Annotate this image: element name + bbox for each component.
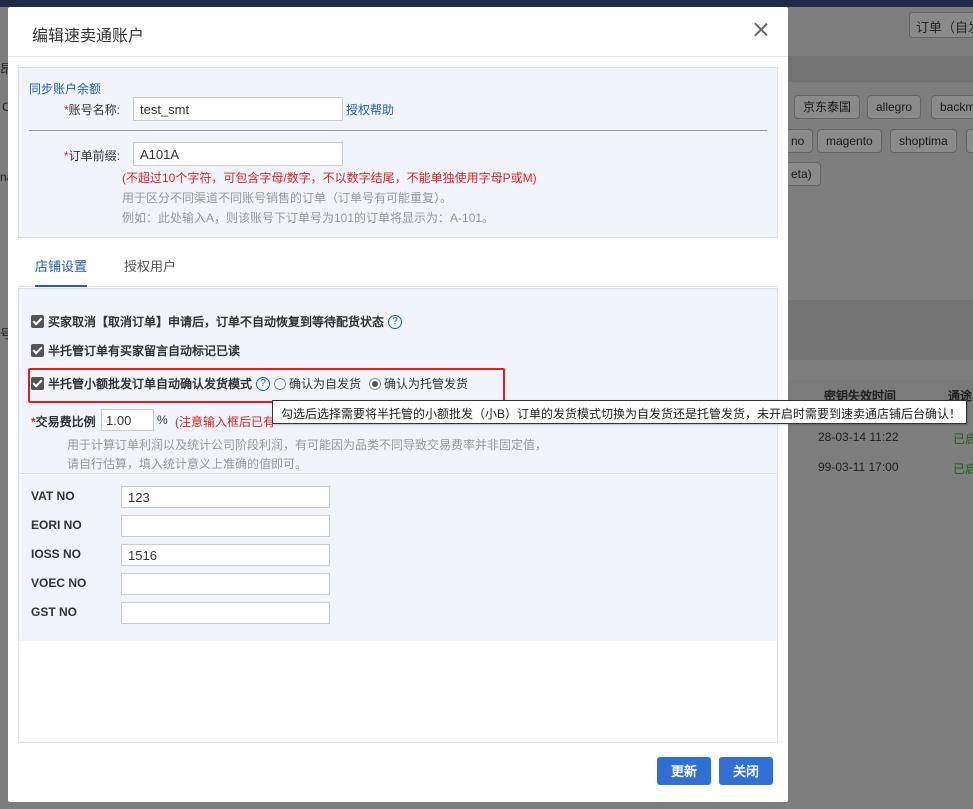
order-prefix-label-text: 订单前缀: [68,149,121,163]
background-table-cell: 已启 [953,462,973,476]
fee-ratio-label-text: 交易费比例 [35,415,96,429]
sync-balance-link[interactable]: 同步账户余额 [29,80,101,97]
update-button[interactable]: 更新 [657,757,711,785]
percent-unit: % [157,413,168,427]
account-info-panel: 同步账户余额 *账号名称: 授权帮助 *订单前缀: (不超过10个字符，可包含字… [18,67,778,238]
store-settings-panel: 买家取消【取消订单】申请后，订单不自动恢复到等待配货状态 ? 半托管订单有买家留… [18,288,778,743]
fee-ratio-input[interactable] [101,409,154,431]
background-platform-tag: backm [931,95,973,119]
gst-input[interactable] [121,602,330,624]
auth-help-link[interactable]: 授权帮助 [346,101,394,118]
close-button[interactable]: 关闭 [719,757,773,785]
background-platform-tag: 京东泰国 [794,95,861,119]
tooltip: 勾选后选择需要将半托管的小额批发（小B）订单的发货模式切换为自发货还是托管发货，… [272,400,967,424]
account-name-label-text: 账号名称: [68,103,121,117]
order-prefix-label: *订单前缀: [64,149,121,163]
store-settings-options: 买家取消【取消订单】申请后，订单不自动恢复到等待配货状态 ? 半托管订单有买家留… [19,289,777,474]
fee-hint: 用于计算订单利润以及统计公司阶段利润，有可能因为品类不同导致交易费率并非固定值， [67,438,548,452]
option-auto-mark-read[interactable]: 半托管订单有买家留言自动标记已读 [31,342,240,359]
prefix-rule-note: (不超过10个字符，可包含字母/数字，不以数字结尾，不能单独使用字母P或M) [122,171,537,185]
radio-self-ship-label[interactable]: 确认为自发货 [289,375,361,392]
background-table-cell: 28-03-14 11:22 [818,430,899,444]
fee-ratio-label: *交易费比例 [31,415,96,429]
background-table-cell: 已启 [953,432,973,446]
divider [29,130,767,131]
help-icon[interactable]: ? [388,314,403,329]
voec-label: VOEC NO [31,576,87,590]
settings-tabs: 店铺设置 授权用户 [18,257,778,287]
ioss-label: IOSS NO [31,547,82,561]
vat-input[interactable] [121,486,330,508]
vat-label: VAT NO [31,489,75,503]
page-top-bar [0,0,973,7]
option-auto-confirm-shipping[interactable]: 半托管小额批发订单自动确认发货模式 ? 确认为自发货 确认为托管发货 [31,375,468,392]
tab-authorized-users[interactable]: 授权用户 [124,257,176,287]
account-name-input[interactable] [133,97,343,121]
checkbox-checked[interactable] [31,377,44,390]
order-prefix-input[interactable] [133,142,343,166]
eori-label: EORI NO [31,518,82,532]
eori-input[interactable] [121,515,330,537]
background-platform-tag: allegro [867,95,922,119]
radio-managed-ship[interactable] [369,377,382,390]
dialog-header: 编辑速卖通账户 [8,7,788,57]
option-label: 半托管订单有买家留言自动标记已读 [48,344,241,358]
close-icon[interactable] [750,19,772,41]
background-toolbar-strip [788,56,973,82]
checkbox-checked[interactable] [31,315,44,328]
fee-hint-2: 请自行估算，填入统计意义上准确的值即可。 [67,457,308,471]
account-name-label: *账号名称: [64,103,121,117]
tab-store-settings[interactable]: 店铺设置 [35,257,88,287]
background-platform-tag: magento [817,129,882,153]
voec-input[interactable] [121,573,330,595]
prefix-hint: 用于区分不同渠道不同账号销售的订单（订单号有可能重复）。 [122,191,453,205]
background-panel-strip [788,300,973,360]
dialog-title: 编辑速卖通账户 [32,28,145,45]
background-platform-tag: shoptima [890,129,957,153]
radio-managed-ship-label[interactable]: 确认为托管发货 [384,375,468,392]
fee-note: (注意输入框后已有 [175,415,275,429]
option-label: 买家取消【取消订单】申请后，订单不自动恢复到等待配货状态 [48,315,385,329]
ioss-input[interactable] [121,544,330,566]
radio-self-ship[interactable] [274,377,287,390]
gst-label: GST NO [31,605,78,619]
background-table-cell: 99-03-11 17:00 [818,460,899,474]
help-icon[interactable]: ? [256,376,271,391]
option-cancel-no-restore[interactable]: 买家取消【取消订单】申请后，订单不自动恢复到等待配货状态 ? [31,313,403,330]
tax-number-fields: VAT NO EORI NO IOSS NO VOEC NO GST NO [19,475,777,641]
background-platform-tag: ( [966,129,973,153]
checkbox-checked[interactable] [31,344,44,357]
prefix-example-hint: 例如：此处输入A，则该账号下订单号为101的订单将显示为：A-101。 [122,211,495,225]
option-label: 半托管小额批发订单自动确认发货模式 [48,377,253,391]
background-orders-button: 订单（自发 [909,12,973,38]
